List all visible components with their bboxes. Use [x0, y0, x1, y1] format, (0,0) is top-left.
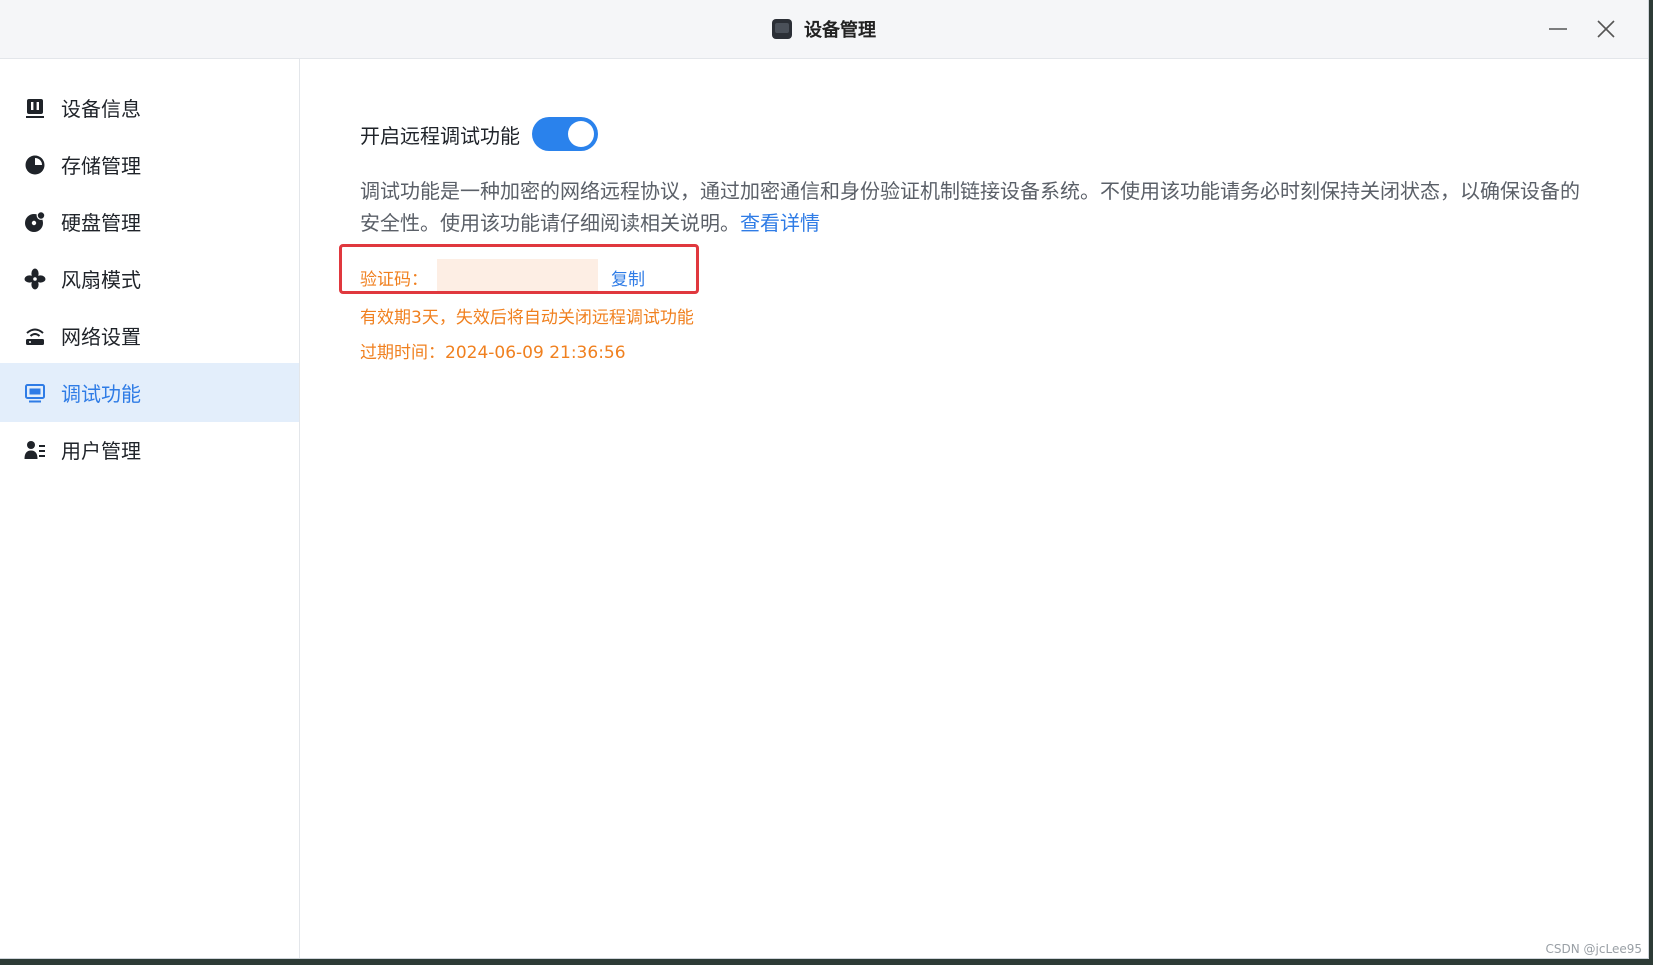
sidebar-item-disk[interactable]: 硬盘管理	[0, 192, 299, 251]
verification-code-value	[437, 259, 598, 291]
window-title: 设备管理	[804, 20, 876, 41]
sidebar-item-label: 风扇模式	[61, 268, 141, 292]
remote-debug-toggle[interactable]	[532, 117, 598, 151]
pie-chart-icon	[25, 155, 45, 175]
verification-code-label: 验证码：	[360, 270, 428, 290]
copy-button[interactable]: 复制	[611, 265, 645, 290]
sidebar-item-storage[interactable]: 存储管理	[0, 135, 299, 194]
watermark: CSDN @jcLee95	[1545, 942, 1642, 956]
remote-debug-row: 开启远程调试功能	[360, 117, 598, 151]
debug-description: 调试功能是一种加密的网络远程协议，通过加密通信和身份验证机制链接设备系统。不使用…	[360, 175, 1590, 239]
toggle-knob	[568, 121, 594, 147]
remote-debug-label: 开启远程调试功能	[360, 123, 520, 148]
device-info-icon	[26, 99, 44, 118]
close-button[interactable]	[1589, 12, 1623, 46]
sidebar: 设备信息 存储管理 硬盘管理 风扇模式 网络设置 调试功能 用户管理	[0, 59, 300, 958]
fan-icon	[24, 268, 46, 290]
sidebar-item-label: 调试功能	[61, 382, 141, 406]
main-content: 开启远程调试功能 调试功能是一种加密的网络远程协议，通过加密通信和身份验证机制链…	[300, 59, 1648, 958]
monitor-icon	[25, 384, 45, 403]
app-icon	[772, 19, 792, 39]
minimize-button[interactable]	[1541, 12, 1575, 46]
description-text: 调试功能是一种加密的网络远程协议，通过加密通信和身份验证机制链接设备系统。不使用…	[360, 179, 1580, 235]
users-icon	[24, 441, 45, 459]
sidebar-item-fan[interactable]: 风扇模式	[0, 249, 299, 308]
disk-icon	[25, 211, 46, 232]
close-icon	[1597, 20, 1615, 38]
sidebar-item-label: 硬盘管理	[61, 211, 141, 235]
sidebar-item-users[interactable]: 用户管理	[0, 420, 299, 479]
minimize-icon	[1549, 28, 1567, 30]
sidebar-item-label: 设备信息	[61, 97, 141, 121]
sidebar-item-label: 网络设置	[61, 325, 141, 349]
sidebar-item-label: 存储管理	[61, 154, 141, 178]
expiry-time: 过期时间：2024-06-09 21:36:56	[360, 343, 626, 363]
title-bar: 设备管理	[0, 0, 1648, 59]
device-manager-window: 设备管理 设备信息 存储管理 硬盘管理 风扇模式 网络设置 调试功能 用户管理 …	[0, 0, 1649, 959]
sidebar-item-device-info[interactable]: 设备信息	[0, 78, 299, 137]
details-link[interactable]: 查看详情	[740, 211, 820, 235]
sidebar-item-network[interactable]: 网络设置	[0, 306, 299, 365]
sidebar-item-label: 用户管理	[61, 439, 141, 463]
sidebar-item-debug[interactable]: 调试功能	[0, 363, 299, 422]
router-icon	[26, 328, 44, 345]
validity-notice: 有效期3天，失效后将自动关闭远程调试功能	[360, 308, 694, 328]
